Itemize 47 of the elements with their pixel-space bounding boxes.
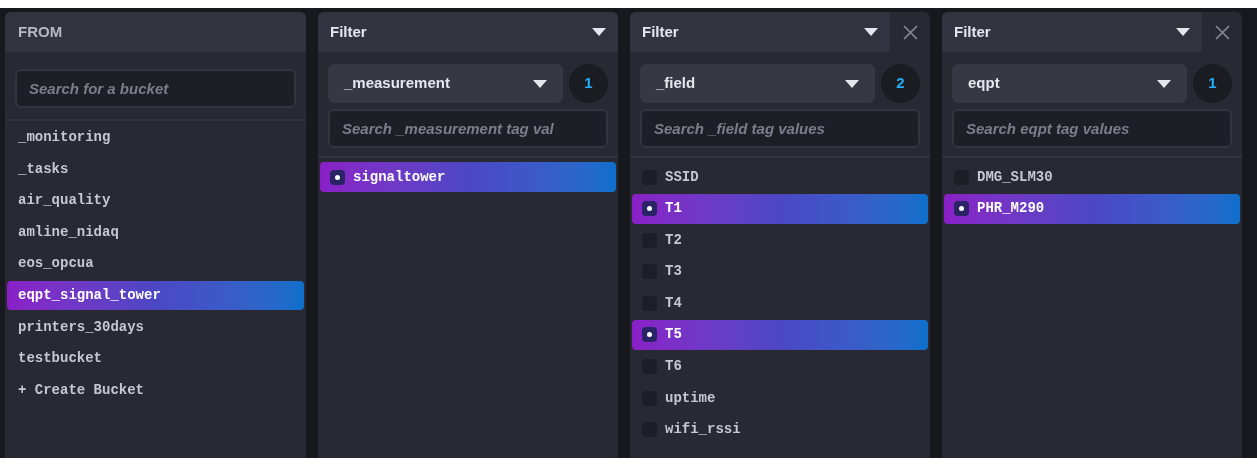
from-header: FROM: [5, 12, 306, 52]
tag-value-item[interactable]: wifi_rssi: [632, 414, 928, 445]
caret-icon: [1176, 28, 1190, 36]
caret-icon: [533, 79, 547, 88]
tag-value-item[interactable]: T5: [632, 319, 928, 350]
key-dropdown[interactable]: eqpt: [952, 64, 1187, 103]
tag-value-item[interactable]: signaltower: [320, 162, 616, 192]
tag-value-item[interactable]: PHR_M290: [944, 193, 1240, 224]
tag-value-item[interactable]: uptime: [632, 383, 928, 414]
checkbox[interactable]: [642, 327, 657, 343]
tag-value-item[interactable]: T4: [632, 288, 928, 319]
bucket-item[interactable]: _monitoring: [7, 123, 304, 152]
tag-value-item[interactable]: T3: [632, 256, 928, 287]
tag-value-item[interactable]: SSID: [632, 162, 928, 192]
close-icon: [902, 24, 918, 40]
checkbox[interactable]: [954, 201, 969, 217]
bucket-item[interactable]: amline_nidaq: [7, 217, 304, 247]
count-badge: 1: [1193, 64, 1232, 103]
caret-icon: [592, 28, 606, 36]
search-field[interactable]: Search for a bucket: [15, 69, 296, 108]
count-badge: 2: [881, 64, 920, 103]
bucket-item[interactable]: air_quality: [7, 186, 304, 216]
tag-value-item[interactable]: T2: [632, 225, 928, 256]
search-field[interactable]: Search _measurement tag val: [328, 109, 608, 148]
count-badge: 1: [569, 64, 608, 103]
bucket-item[interactable]: printers_30days: [7, 312, 304, 342]
tag-value-item[interactable]: T6: [632, 351, 928, 382]
filter-header[interactable]: Filter: [942, 12, 1202, 52]
key-dropdown[interactable]: _measurement: [328, 64, 563, 103]
bucket-item[interactable]: _tasks: [7, 154, 304, 184]
filter-header[interactable]: Filter: [630, 12, 890, 52]
tag-value-item[interactable]: T1: [632, 193, 928, 224]
search-field[interactable]: Search _field tag values: [640, 109, 920, 148]
create-bucket-button[interactable]: + Create Bucket: [7, 375, 304, 405]
bucket-item[interactable]: eos_opcua: [7, 249, 304, 279]
caret-icon: [864, 28, 878, 36]
checkbox[interactable]: [330, 169, 345, 185]
key-dropdown[interactable]: _field: [640, 64, 875, 103]
checkbox[interactable]: [642, 201, 657, 217]
caret-icon: [845, 79, 859, 88]
caret-icon: [1157, 79, 1171, 88]
bucket-item[interactable]: testbucket: [7, 344, 304, 374]
tag-value-item[interactable]: DMG_SLM30: [944, 162, 1240, 192]
bucket-item[interactable]: eqpt_signal_tower: [7, 280, 304, 310]
search-field[interactable]: Search eqpt tag values: [952, 109, 1232, 148]
filter-header[interactable]: Filter: [318, 12, 618, 52]
close-icon: [1214, 24, 1230, 40]
